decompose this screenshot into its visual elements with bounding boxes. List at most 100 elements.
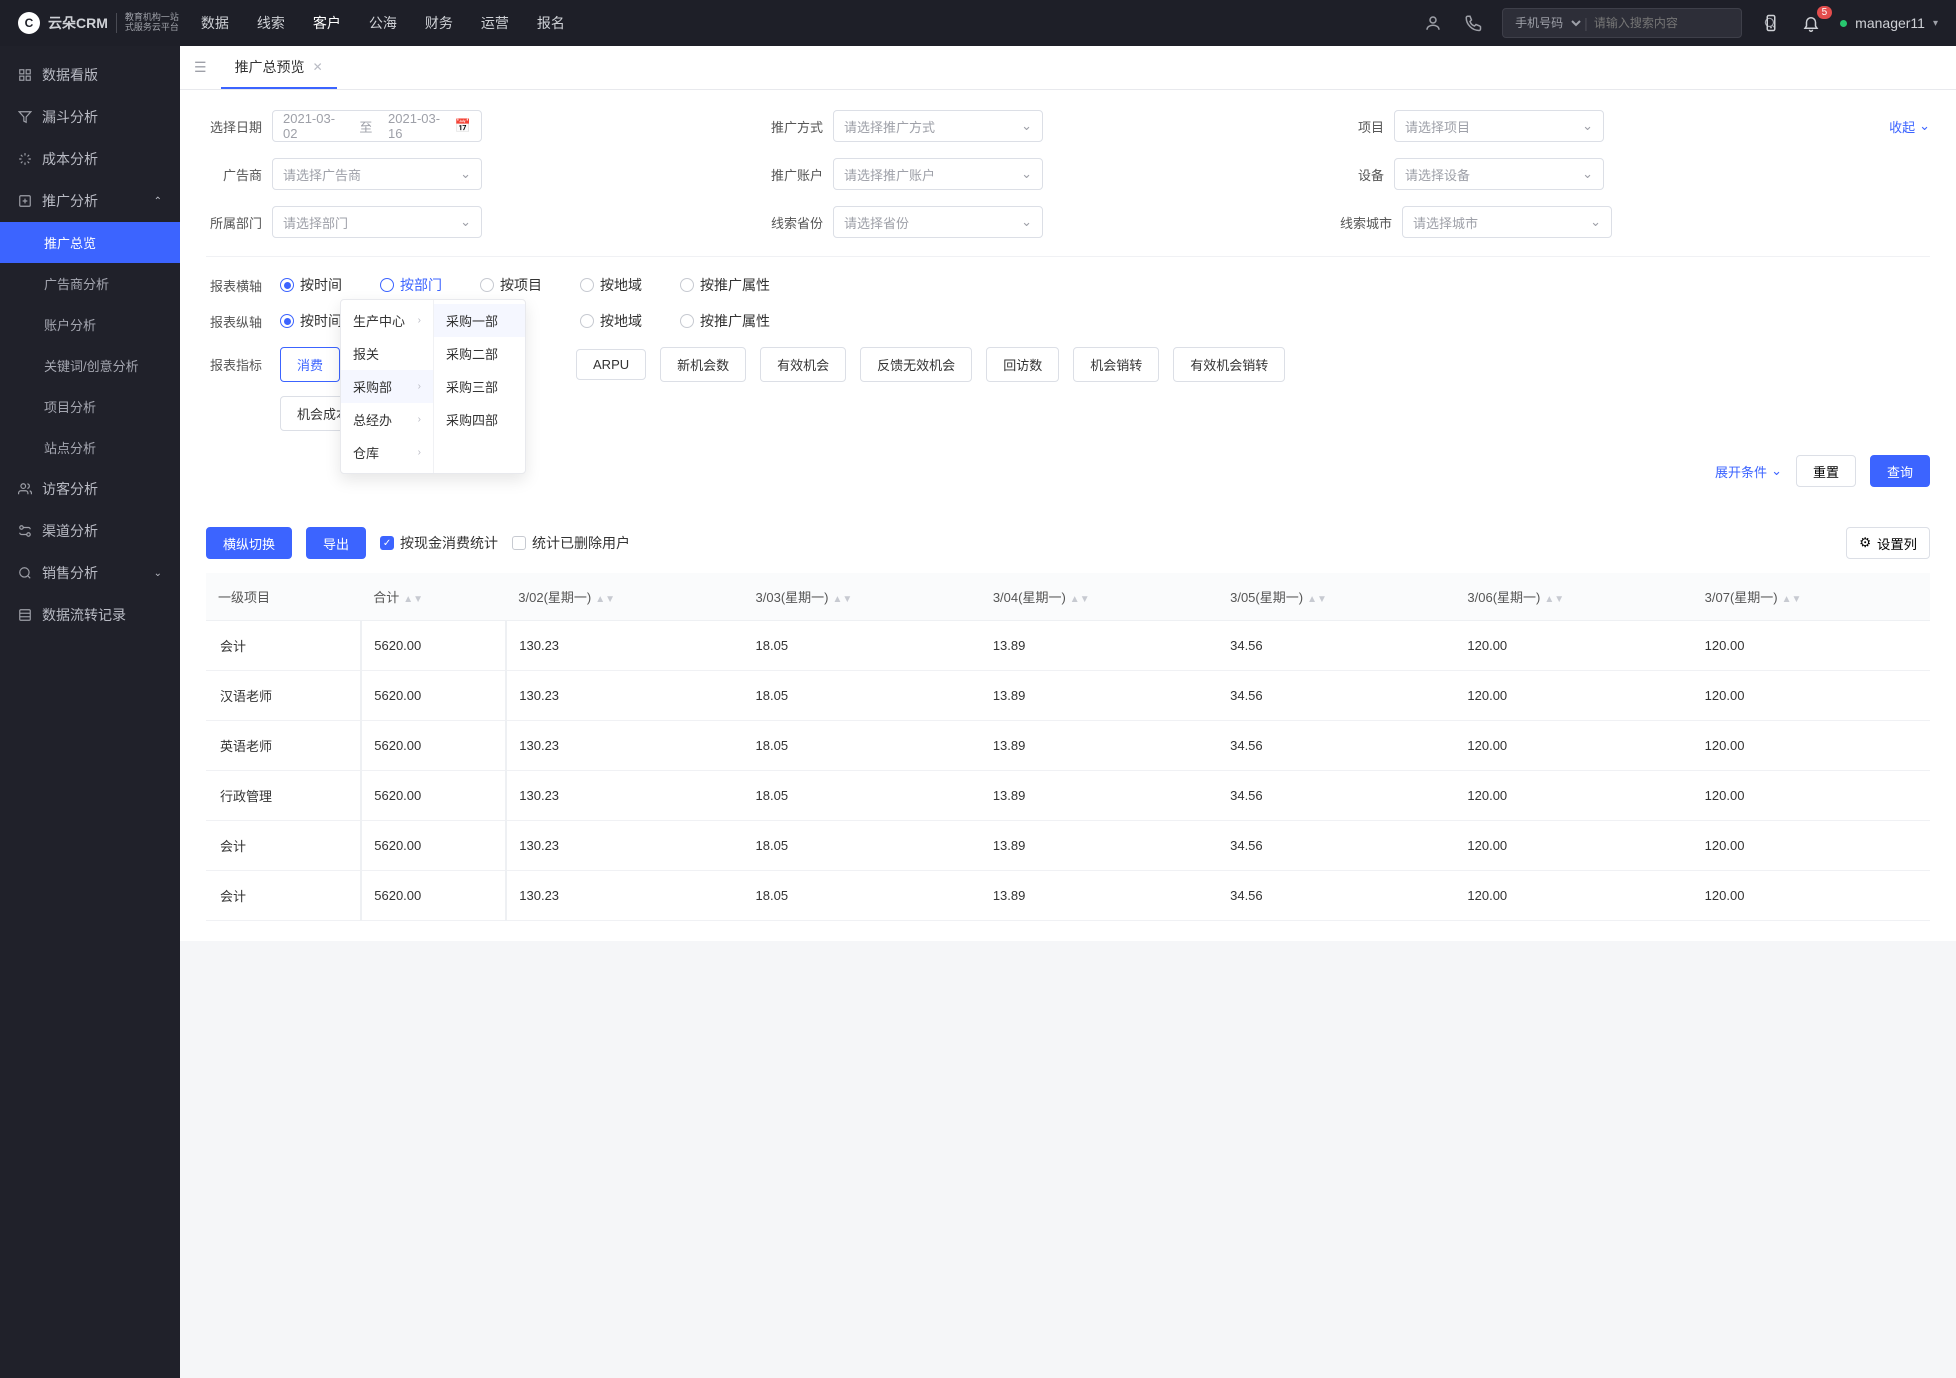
sidebar-sub-site[interactable]: 站点分析 <box>0 427 180 468</box>
col-total[interactable]: 合计▲▼ <box>361 573 506 621</box>
sidebar-item-cost[interactable]: 成本分析 <box>0 138 180 180</box>
table-cell: 120.00 <box>1693 721 1930 771</box>
metric-revisit[interactable]: 回访数 <box>986 347 1059 382</box>
metric-invalid[interactable]: 反馈无效机会 <box>860 347 972 382</box>
col-d1[interactable]: 3/02(星期一)▲▼ <box>506 573 743 621</box>
h-axis-attr[interactable]: 按推广属性 <box>680 275 770 295</box>
nav-data[interactable]: 数据 <box>201 13 229 33</box>
sidebar-item-flow[interactable]: 数据流转记录 <box>0 594 180 636</box>
metric-conv[interactable]: 机会销转 <box>1073 347 1159 382</box>
deleted-checkbox[interactable]: 统计已删除用户 <box>512 533 630 553</box>
sidebar-sub-account[interactable]: 账户分析 <box>0 304 180 345</box>
user-menu[interactable]: manager11 ▾ <box>1840 15 1938 31</box>
sidebar-item-dashboard[interactable]: 数据看版 <box>0 54 180 96</box>
table-row[interactable]: 会计5620.00130.2318.0513.8934.56120.00120.… <box>206 821 1930 871</box>
hamburger-icon[interactable]: ☰ <box>180 59 221 76</box>
reset-button[interactable]: 重置 <box>1796 455 1856 487</box>
sidebar-item-promotion[interactable]: 推广分析⌃ <box>0 180 180 222</box>
method-select[interactable]: 请选择推广方式⌄ <box>833 110 1043 142</box>
table-row[interactable]: 会计5620.00130.2318.0513.8934.56120.00120.… <box>206 621 1930 671</box>
cascade-item[interactable]: 采购三部 <box>434 370 525 403</box>
sidebar-item-channel[interactable]: 渠道分析 <box>0 510 180 552</box>
nav-customers[interactable]: 客户 <box>313 13 341 33</box>
table-row[interactable]: 会计5620.00130.2318.0513.8934.56120.00120.… <box>206 871 1930 921</box>
h-axis-dept[interactable]: 按部门 <box>380 275 442 295</box>
metric-validconv[interactable]: 有效机会销转 <box>1173 347 1285 382</box>
cash-checkbox[interactable]: ✓按现金消费统计 <box>380 533 498 553</box>
collapse-link[interactable]: 收起⌄ <box>1889 117 1930 136</box>
h-axis-time[interactable]: 按时间 <box>280 275 342 295</box>
date-range-input[interactable]: 2021-03-02 至 2021-03-16 📅 <box>272 110 482 142</box>
nav-finance[interactable]: 财务 <box>425 13 453 33</box>
sort-icon: ▲▼ <box>1307 597 1327 603</box>
col-d2[interactable]: 3/03(星期一)▲▼ <box>744 573 981 621</box>
device-select[interactable]: 请选择设备⌄ <box>1394 158 1604 190</box>
export-button[interactable]: 导出 <box>306 527 366 559</box>
table-cell: 130.23 <box>506 771 743 821</box>
v-axis-region[interactable]: 按地域 <box>580 311 642 331</box>
toggle-button[interactable]: 横纵切换 <box>206 527 292 559</box>
bell-icon[interactable]: 5 <box>1800 12 1822 34</box>
account-select[interactable]: 请选择推广账户⌄ <box>833 158 1043 190</box>
close-icon[interactable]: ✕ <box>313 60 323 74</box>
user-icon[interactable] <box>1422 12 1444 34</box>
top-nav: 数据 线索 客户 公海 财务 运营 报名 <box>201 13 565 33</box>
v-axis-time[interactable]: 按时间 <box>280 311 342 331</box>
search-type-select[interactable]: 手机号码 <box>1503 15 1584 31</box>
cascade-item[interactable]: 总经办› <box>341 403 433 436</box>
logo[interactable]: C 云朵CRM 教育机构一站式服务云平台 <box>18 12 179 34</box>
search-box[interactable]: 手机号码 | <box>1502 8 1742 38</box>
province-select[interactable]: 请选择省份⌄ <box>833 206 1043 238</box>
logo-mark: C <box>18 12 40 34</box>
col-d5[interactable]: 3/06(星期一)▲▼ <box>1455 573 1692 621</box>
table-row[interactable]: 英语老师5620.00130.2318.0513.8934.56120.0012… <box>206 721 1930 771</box>
query-button[interactable]: 查询 <box>1870 455 1930 487</box>
sidebar-sub-advertiser[interactable]: 广告商分析 <box>0 263 180 304</box>
chevron-down-icon: ⌄ <box>1021 214 1032 230</box>
table-cell: 120.00 <box>1455 821 1692 871</box>
nav-ops[interactable]: 运营 <box>481 13 509 33</box>
metric-spend[interactable]: 消费 <box>280 347 340 382</box>
metric-arpu[interactable]: ARPU <box>576 349 646 380</box>
cascade-col-2: 采购一部 采购二部 采购三部 采购四部 <box>433 300 525 473</box>
sidebar-sub-overview[interactable]: 推广总览 <box>0 222 180 263</box>
nav-leads[interactable]: 线索 <box>257 13 285 33</box>
nav-signup[interactable]: 报名 <box>537 13 565 33</box>
dept-select[interactable]: 请选择部门⌄ <box>272 206 482 238</box>
tab-overview[interactable]: 推广总预览 ✕ <box>221 46 337 89</box>
phone-icon[interactable] <box>1462 12 1484 34</box>
cascade-item[interactable]: 仓库› <box>341 436 433 469</box>
city-select[interactable]: 请选择城市⌄ <box>1402 206 1612 238</box>
col-d6[interactable]: 3/07(星期一)▲▼ <box>1693 573 1930 621</box>
cascade-item[interactable]: 采购部› <box>341 370 433 403</box>
settings-button[interactable]: ⚙设置列 <box>1846 527 1930 559</box>
col-d4[interactable]: 3/05(星期一)▲▼ <box>1218 573 1455 621</box>
project-select[interactable]: 请选择项目⌄ <box>1394 110 1604 142</box>
cascade-item[interactable]: 采购二部 <box>434 337 525 370</box>
cascade-item[interactable]: 采购四部 <box>434 403 525 436</box>
mobile-icon[interactable] <box>1760 12 1782 34</box>
table-row[interactable]: 汉语老师5620.00130.2318.0513.8934.56120.0012… <box>206 671 1930 721</box>
sidebar-item-sales[interactable]: 销售分析⌄ <box>0 552 180 594</box>
advertiser-select[interactable]: 请选择广告商⌄ <box>272 158 482 190</box>
nav-public[interactable]: 公海 <box>369 13 397 33</box>
sidebar-sub-project[interactable]: 项目分析 <box>0 386 180 427</box>
h-axis-region[interactable]: 按地域 <box>580 275 642 295</box>
cascade-item[interactable]: 采购一部 <box>434 304 525 337</box>
sidebar-item-visitor[interactable]: 访客分析 <box>0 468 180 510</box>
expand-link[interactable]: 展开条件⌄ <box>1715 462 1782 481</box>
table-row[interactable]: 行政管理5620.00130.2318.0513.8934.56120.0012… <box>206 771 1930 821</box>
metric-validopp[interactable]: 有效机会 <box>760 347 846 382</box>
metric-newopp[interactable]: 新机会数 <box>660 347 746 382</box>
h-axis-project[interactable]: 按项目 <box>480 275 542 295</box>
cascade-item[interactable]: 生产中心› <box>341 304 433 337</box>
v-axis-attr[interactable]: 按推广属性 <box>680 311 770 331</box>
table-cell: 120.00 <box>1455 671 1692 721</box>
sidebar-item-funnel[interactable]: 漏斗分析 <box>0 96 180 138</box>
col-project[interactable]: 一级项目 <box>206 573 361 621</box>
table-cell: 120.00 <box>1693 771 1930 821</box>
cascade-item[interactable]: 报关 <box>341 337 433 370</box>
sidebar-sub-keyword[interactable]: 关键词/创意分析 <box>0 345 180 386</box>
search-input[interactable] <box>1588 16 1755 30</box>
col-d3[interactable]: 3/04(星期一)▲▼ <box>981 573 1218 621</box>
